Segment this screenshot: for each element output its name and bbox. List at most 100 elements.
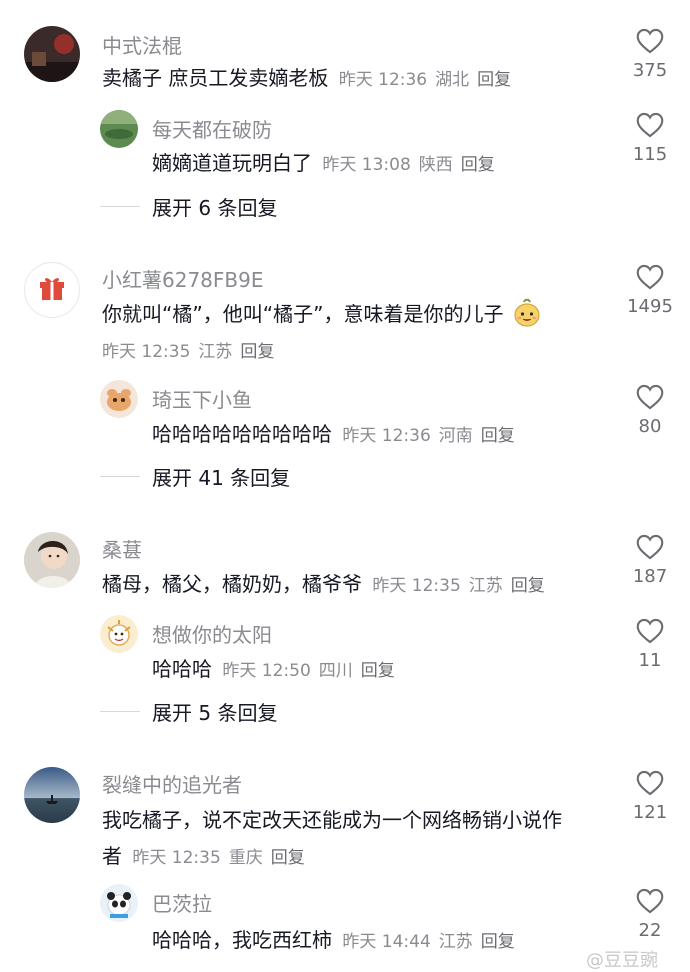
comment-text: 你就叫“橘”，他叫“橘子”，意味着是你的儿子 [102,302,504,326]
comment-meta: 昨天 12:35 江苏 回复 [102,342,282,362]
like-count: 375 [632,60,668,81]
divider-line [100,711,140,712]
reply-text: 嫡嫡道道玩明白了 [152,151,312,175]
expand-replies-button[interactable]: 展开 6 条回复 [100,192,277,221]
comment-time: 昨天 12:35 [102,342,191,362]
like-button[interactable]: 115 [620,112,680,165]
reply-location: 河南 [438,426,473,446]
reply-button[interactable]: 回复 [511,576,545,596]
heart-outline-icon [636,618,664,644]
watermark: @豆豆豌 [586,950,658,971]
like-count: 1495 [627,296,673,317]
avatar[interactable] [24,767,80,823]
like-button[interactable]: 22 [620,888,680,941]
expand-replies-label: 展开 6 条回复 [152,196,278,220]
reply-author[interactable]: 巴茨拉 [152,888,212,917]
comment-meta: 昨天 12:35 重庆 回复 [132,848,312,868]
avatar[interactable] [24,262,80,318]
comment-text-row: 卖橘子 庶员工发卖嫡老板 昨天 12:36 湖北 回复 [102,62,519,91]
smiling-emoji-icon [514,298,540,327]
comment-text-line: 者 [102,844,122,868]
expand-replies-button[interactable]: 展开 41 条回复 [100,462,290,491]
heart-outline-icon [636,28,664,54]
reply-author[interactable]: 琦玉下小鱼 [152,384,252,413]
comment-time: 昨天 12:35 [372,576,461,596]
comment-text-row: 者 昨天 12:35 重庆 回复 [102,840,313,869]
reply-button[interactable]: 回复 [361,661,395,681]
heart-outline-icon [636,534,664,560]
avatar[interactable] [24,532,80,588]
reply-button[interactable]: 回复 [240,342,274,362]
reply-text-row: 哈哈哈 昨天 12:50 四川 回复 [152,653,403,682]
avatar[interactable] [100,380,138,418]
divider-line [100,476,140,477]
comment-text-row: 橘母，橘父，橘奶奶，橘爷爷 昨天 12:35 江苏 回复 [102,568,553,597]
reply-location: 江苏 [438,932,473,952]
heart-outline-icon [636,384,664,410]
expand-replies-label: 展开 41 条回复 [152,466,291,490]
comment-text: 卖橘子 庶员工发卖嫡老板 [102,66,329,90]
reply-meta: 昨天 14:44 江苏 回复 [342,932,522,952]
like-count: 115 [632,144,668,165]
reply-meta: 昨天 12:50 四川 回复 [222,661,402,681]
comment-time: 昨天 12:36 [338,70,428,90]
comment-author[interactable]: 裂缝中的追光者 [102,769,242,798]
reply-time: 昨天 14:44 [342,932,431,952]
like-button[interactable]: 80 [620,384,680,437]
reply-button[interactable]: 回复 [461,155,495,175]
expand-replies-button[interactable]: 展开 5 条回复 [100,697,277,726]
like-count: 80 [638,416,662,437]
comment-text-line: 我吃橘子，说不定改天还能成为一个网络畅销小说作 [102,808,562,832]
heart-outline-icon [636,112,664,138]
comment-author[interactable]: 小红薯6278FB9E [102,264,263,293]
reply-text: 哈哈哈哈哈哈哈哈哈 [152,422,332,446]
reply-meta: 昨天 13:08 陕西 回复 [322,155,502,175]
comment-meta: 昨天 12:36 湖北 回复 [339,70,519,90]
reply-author[interactable]: 想做你的太阳 [152,619,272,648]
comment-text: 橘母，橘父，橘奶奶，橘爷爷 [102,572,362,596]
comment-author[interactable]: 中式法棍 [102,30,182,59]
reply-button[interactable]: 回复 [481,426,515,446]
comment-location: 重庆 [228,848,263,868]
reply-meta: 昨天 12:36 河南 回复 [342,426,522,446]
like-button[interactable]: 11 [620,618,680,671]
like-count: 121 [632,802,668,823]
like-count: 187 [632,566,668,587]
comment-location: 江苏 [198,342,233,362]
gift-icon [40,278,64,300]
reply-button[interactable]: 回复 [481,932,515,952]
comment-text-row: 你就叫“橘”，他叫“橘子”，意味着是你的儿子 [102,298,542,328]
reply-time: 昨天 12:50 [222,661,311,681]
reply-time: 昨天 13:08 [322,155,411,175]
expand-replies-label: 展开 5 条回复 [152,701,278,725]
avatar[interactable] [100,110,138,148]
reply-text: 哈哈哈，我吃西红柿 [152,928,332,952]
heart-outline-icon [636,770,664,796]
heart-outline-icon [636,264,664,290]
comment-meta-row: 昨天 12:35 江苏 回复 [98,337,282,362]
avatar[interactable] [24,26,80,82]
reply-location: 陕西 [418,155,453,175]
reply-text-row: 哈哈哈哈哈哈哈哈哈 昨天 12:36 河南 回复 [152,418,523,447]
reply-text-row: 哈哈哈，我吃西红柿 昨天 14:44 江苏 回复 [152,924,523,953]
like-button[interactable]: 375 [620,28,680,81]
divider-line [100,206,140,207]
avatar[interactable] [100,615,138,653]
like-button[interactable]: 187 [620,534,680,587]
comment-author[interactable]: 桑葚 [102,534,142,563]
avatar[interactable] [100,884,138,922]
comment-location: 湖北 [435,70,470,90]
reply-author[interactable]: 每天都在破防 [152,114,272,143]
like-count: 22 [638,920,662,941]
heart-outline-icon [636,888,664,914]
like-button[interactable]: 121 [620,770,680,823]
comment-meta: 昨天 12:35 江苏 回复 [372,576,552,596]
reply-button[interactable]: 回复 [477,70,511,90]
like-count: 11 [638,650,662,671]
comment-location: 江苏 [468,576,503,596]
reply-text-row: 嫡嫡道道玩明白了 昨天 13:08 陕西 回复 [152,147,503,176]
reply-time: 昨天 12:36 [342,426,431,446]
reply-button[interactable]: 回复 [271,848,305,868]
like-button[interactable]: 1495 [620,264,680,317]
reply-text: 哈哈哈 [152,657,212,681]
